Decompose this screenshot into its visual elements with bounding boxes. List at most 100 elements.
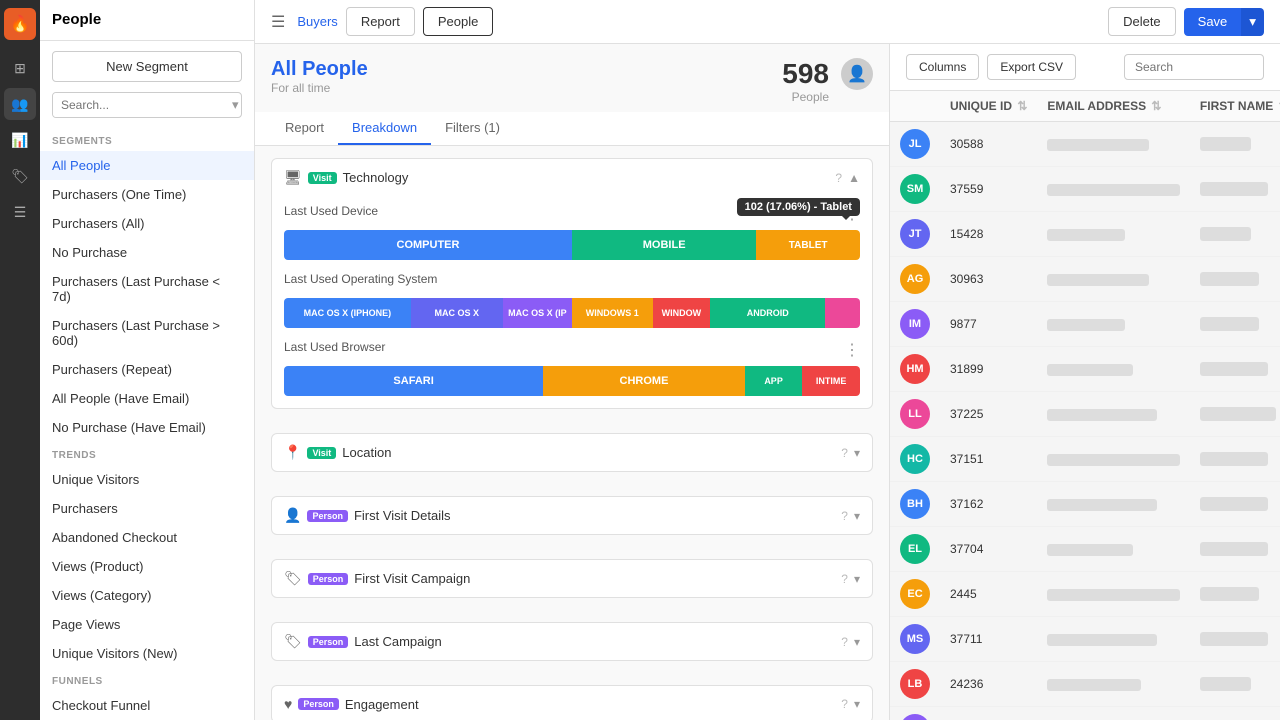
segment-item-all-people[interactable]: All People <box>40 151 254 180</box>
fvc-chevron-icon[interactable]: ▾ <box>854 572 860 586</box>
tablet-bar[interactable]: TABLET 102 (17.06%) - Tablet <box>756 230 860 260</box>
location-section-header[interactable]: 📍 Visit Location ? ▾ <box>272 434 872 471</box>
segment-item-views-category[interactable]: Views (Category) <box>40 581 254 610</box>
avatar-cell: IR <box>890 707 940 720</box>
browser-more-icon[interactable]: ⋮ <box>844 340 860 360</box>
first-visit-chevron-icon[interactable]: ▾ <box>854 509 860 523</box>
people-nav-icon[interactable]: 👥 <box>4 88 36 120</box>
safari-bar[interactable]: SAFARI <box>284 366 543 396</box>
col-uid[interactable]: UNIQUE ID ⇅ <box>940 91 1037 122</box>
first-name-cell: ██████ <box>1190 662 1280 707</box>
technology-help-icon[interactable]: ? <box>835 171 842 185</box>
report-tab-button[interactable]: Report <box>346 7 415 36</box>
segment-search-input[interactable] <box>53 92 224 118</box>
table-row[interactable]: IR 19163 █████████████████ ██████ ██████… <box>890 707 1280 720</box>
segment-item-views-product[interactable]: Views (Product) <box>40 552 254 581</box>
engagement-header[interactable]: ♥ Person Engagement ? ▾ <box>272 686 872 720</box>
computer-bar[interactable]: COMPUTER <box>284 230 572 260</box>
segment-item-unique-visitors[interactable]: Unique Visitors <box>40 465 254 494</box>
location-help-icon[interactable]: ? <box>841 446 848 460</box>
new-segment-button[interactable]: New Segment <box>52 51 242 82</box>
table-row[interactable]: BH 37162 ██████████████ ████████ ███████… <box>890 482 1280 527</box>
chrome-bar[interactable]: CHROME <box>543 366 745 396</box>
save-button[interactable]: Save <box>1184 8 1242 36</box>
filter-tab-breakdown[interactable]: Breakdown <box>338 112 431 145</box>
grid-nav-icon[interactable]: ⊞ <box>4 52 36 84</box>
tag-nav-icon[interactable]: 🏷 <box>4 160 36 192</box>
table-row[interactable]: HM 31899 ███████████ ████████ ████████ a… <box>890 347 1280 392</box>
mac-ip-bar[interactable]: MAC OS X (IP <box>503 298 572 328</box>
first-visit-section-header[interactable]: 👤 Person First Visit Details ? ▾ <box>272 497 872 534</box>
segment-item-checkout-funnel[interactable]: Checkout Funnel <box>40 691 254 720</box>
table-search-input[interactable] <box>1124 54 1264 80</box>
fvc-help-icon[interactable]: ? <box>841 572 848 586</box>
location-chevron-icon[interactable]: ▾ <box>854 446 860 460</box>
segment-item-purchasers-last-60d[interactable]: Purchasers (Last Purchase > 60d) <box>40 311 254 355</box>
eng-help-icon[interactable]: ? <box>841 697 848 711</box>
table-row[interactable]: EL 37704 ███████████ ████████ ████████ 2… <box>890 527 1280 572</box>
table-wrapper[interactable]: UNIQUE ID ⇅ EMAIL ADDRESS ⇅ FIRST NAME ⇅… <box>890 91 1280 720</box>
lc-chevron-icon[interactable]: ▾ <box>854 635 860 649</box>
device-more-icon[interactable]: ⋮ <box>844 204 860 224</box>
segment-item-purchasers-one-time[interactable]: Purchasers (One Time) <box>40 180 254 209</box>
export-csv-button[interactable]: Export CSV <box>987 54 1076 80</box>
table-row[interactable]: LB 24236 ████████████ ██████ ██████ 3 ho… <box>890 662 1280 707</box>
segment-item-purchasers-all[interactable]: Purchasers (All) <box>40 209 254 238</box>
segment-item-abandoned-checkout[interactable]: Abandoned Checkout <box>40 523 254 552</box>
breadcrumb-buyers[interactable]: Buyers <box>297 14 337 29</box>
table-row[interactable]: MS 37711 ██████████████ ████████ ███████… <box>890 617 1280 662</box>
filter-tab-report[interactable]: Report <box>271 112 338 145</box>
table-row[interactable]: AG 30963 █████████████ ███████ ███████ a… <box>890 257 1280 302</box>
last-campaign-header[interactable]: 🏷 Person Last Campaign ? ▾ <box>272 623 872 660</box>
table-row[interactable]: JL 30588 █████████████ ██████ ██████ 18 … <box>890 122 1280 167</box>
person-icon: 👤 <box>284 507 301 524</box>
window-bar[interactable]: WINDOW <box>653 298 711 328</box>
search-chevron-icon[interactable]: ▾ <box>224 92 242 118</box>
delete-button[interactable]: Delete <box>1108 7 1176 36</box>
first-name-cell: ██████ <box>1190 707 1280 720</box>
people-tab-button[interactable]: People <box>423 7 493 36</box>
first-visit-campaign-header[interactable]: 🏷 Person First Visit Campaign ? ▾ <box>272 560 872 597</box>
segment-item-purchasers-repeat[interactable]: Purchasers (Repeat) <box>40 355 254 384</box>
first-visit-help-icon[interactable]: ? <box>841 509 848 523</box>
uid-cell: 37704 <box>940 527 1037 572</box>
app-bar[interactable]: APP <box>745 366 803 396</box>
hamburger-icon[interactable]: ☰ <box>271 12 285 32</box>
windows1-bar[interactable]: WINDOWS 1 <box>572 298 653 328</box>
segment-item-no-purchase-email[interactable]: No Purchase (Have Email) <box>40 413 254 442</box>
segment-item-page-views[interactable]: Page Views <box>40 610 254 639</box>
chart-nav-icon[interactable]: 📊 <box>4 124 36 156</box>
segment-item-unique-visitors-new[interactable]: Unique Visitors (New) <box>40 639 254 668</box>
mac-os-bar[interactable]: MAC OS X <box>411 298 503 328</box>
table-row[interactable]: IM 9877 ██████████ ███████ ███████ an ho… <box>890 302 1280 347</box>
mac-iphone-bar[interactable]: MAC OS X (IPHONE) <box>284 298 411 328</box>
trends-label: TRENDS <box>40 442 254 465</box>
technology-chevron-icon[interactable]: ▲ <box>848 171 860 185</box>
save-dropdown-icon[interactable]: ▾ <box>1241 8 1264 36</box>
col-first[interactable]: FIRST NAME ⇅ <box>1190 91 1280 122</box>
other-os-bar[interactable] <box>825 298 860 328</box>
segment-item-purchasers-last-7d[interactable]: Purchasers (Last Purchase < 7d) <box>40 267 254 311</box>
table-row[interactable]: EC 2445 █████████████████ ███████ ██████… <box>890 572 1280 617</box>
columns-button[interactable]: Columns <box>906 54 979 80</box>
col-email[interactable]: EMAIL ADDRESS ⇅ <box>1037 91 1190 122</box>
email-cell: ████████████ <box>1037 662 1190 707</box>
list-nav-icon[interactable]: ☰ <box>4 196 36 228</box>
table-row[interactable]: LL 37225 ██████████████ █████████ ██████… <box>890 392 1280 437</box>
technology-section-header[interactable]: 🖥 Visit Technology ? ▲ <box>272 159 872 196</box>
eng-chevron-icon[interactable]: ▾ <box>854 697 860 711</box>
lc-help-icon[interactable]: ? <box>841 635 848 649</box>
avatar-cell: AG <box>890 257 940 302</box>
table-row[interactable]: JT 15428 ██████████ ██████ ██████ an hou… <box>890 212 1280 257</box>
first-name-cell: ███████ <box>1190 302 1280 347</box>
filter-tab-filters[interactable]: Filters (1) <box>431 112 514 145</box>
segment-item-no-purchase[interactable]: No Purchase <box>40 238 254 267</box>
android-bar[interactable]: ANDROID <box>710 298 825 328</box>
mobile-bar[interactable]: MOBILE <box>572 230 756 260</box>
table-row[interactable]: HC 37151 █████████████████ ████████ ████… <box>890 437 1280 482</box>
segment-item-all-people-email[interactable]: All People (Have Email) <box>40 384 254 413</box>
segment-item-purchasers[interactable]: Purchasers <box>40 494 254 523</box>
intime-bar[interactable]: INTIME <box>802 366 860 396</box>
table-row[interactable]: SM 37559 █████████████████ ████████ ████… <box>890 167 1280 212</box>
first-name-cell: ████████ <box>1190 167 1280 212</box>
